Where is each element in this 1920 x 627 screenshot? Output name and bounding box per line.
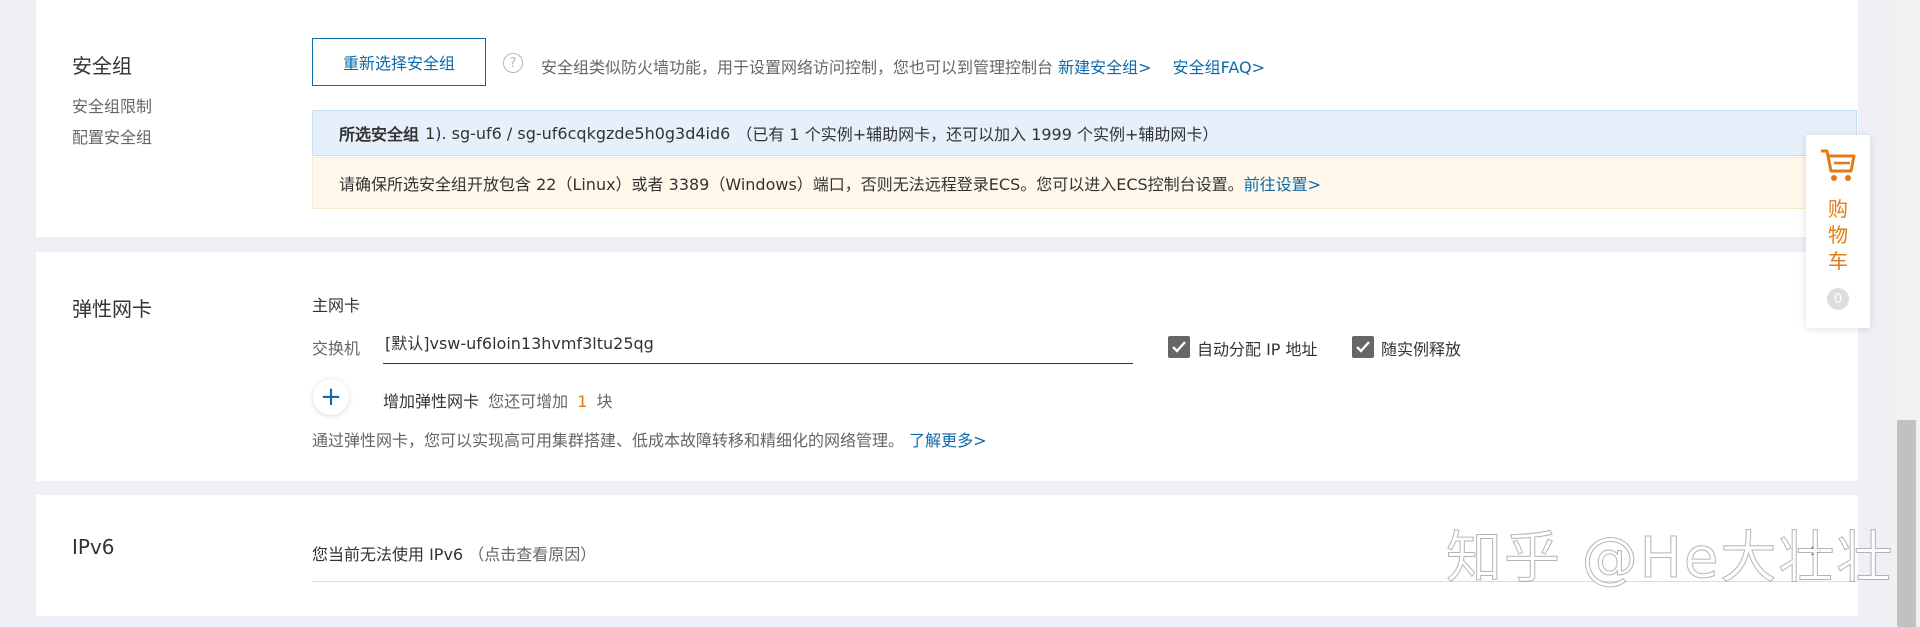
primary-nic-label: 主网卡 <box>312 296 361 315</box>
add-eni-row: 增加弹性网卡 您还可增加 1 块 <box>383 388 613 412</box>
security-group-description: 安全组类似防火墙功能，用于设置网络访问控制，您也可以到管理控制台 新建安全组> … <box>541 54 1265 78</box>
checkmark-icon <box>1356 341 1370 353</box>
add-eni-button[interactable]: + <box>313 379 349 415</box>
ipv6-status: 您当前无法使用 IPv6 （点击查看原因） <box>312 541 596 565</box>
ipv6-reason-link[interactable]: （点击查看原因） <box>468 545 596 564</box>
security-group-faq-link[interactable]: 安全组FAQ> <box>1173 58 1265 77</box>
sg-description-text: 安全组类似防火墙功能，用于设置网络访问控制，您也可以到管理控制台 <box>541 58 1054 77</box>
add-eni-count: 1 <box>577 392 588 411</box>
port-warning-text: 请确保所选安全组开放包含 22（Linux）或者 3389（Windows）端口… <box>339 175 1244 194</box>
cart-label-char: 车 <box>1828 249 1848 273</box>
release-with-instance-label: 随实例释放 <box>1381 340 1462 359</box>
selected-sg-note: （已有 1 个实例+辅助网卡，还可以加入 1999 个实例+辅助网卡） <box>736 125 1219 144</box>
shopping-cart-widget[interactable]: 购 物 车 0 <box>1806 135 1870 328</box>
auto-assign-ip-checkbox[interactable] <box>1168 336 1190 358</box>
port-warning-bar: 请确保所选安全组开放包含 22（Linux）或者 3389（Windows）端口… <box>312 157 1857 209</box>
scrollbar-thumb[interactable] <box>1897 420 1916 627</box>
cart-label-char: 物 <box>1828 223 1848 247</box>
security-group-section: 安全组 安全组限制 配置安全组 重新选择安全组 ? 安全组类似防火墙功能，用于设… <box>36 0 1858 237</box>
question-circle-icon[interactable]: ? <box>503 53 523 73</box>
add-eni-note-suffix: 块 <box>596 392 613 411</box>
reselect-security-group-button[interactable]: 重新选择安全组 <box>312 38 486 86</box>
add-eni-label[interactable]: 增加弹性网卡 <box>383 392 479 411</box>
cart-label-char: 购 <box>1828 197 1848 221</box>
go-settings-link[interactable]: 前往设置> <box>1244 171 1321 195</box>
cart-count-badge: 0 <box>1827 288 1849 310</box>
switch-select[interactable]: [默认]vsw-uf6loin13hvmf3ltu25qg <box>383 326 1133 364</box>
release-with-instance-checkbox[interactable] <box>1352 336 1374 358</box>
configure-security-group-link[interactable]: 配置安全组 <box>72 124 152 148</box>
eni-footer: 通过弹性网卡，您可以实现高可用集群搭建、低成本故障转移和精细化的网络管理。 了解… <box>312 427 987 451</box>
selected-sg-label: 所选安全组 <box>339 125 420 144</box>
security-group-title: 安全组 <box>72 54 132 78</box>
ipv6-title: IPv6 <box>72 535 115 559</box>
learn-more-link[interactable]: 了解更多> <box>909 431 986 450</box>
selected-security-group-bar: 所选安全组 1). sg-uf6 / sg-uf6cqkgzde5h0g3d4i… <box>312 110 1857 156</box>
switch-label: 交换机 <box>312 339 361 358</box>
security-group-limit-link[interactable]: 安全组限制 <box>72 93 152 117</box>
auto-assign-ip-label: 自动分配 IP 地址 <box>1197 340 1318 359</box>
selected-sg-value: 1). sg-uf6 / sg-uf6cqkgzde5h0g3d4id6 <box>425 123 731 143</box>
add-eni-note-prefix: 您还可增加 <box>488 392 569 411</box>
checkmark-icon <box>1172 341 1186 353</box>
shopping-cart-icon <box>1821 149 1856 181</box>
eni-section: 弹性网卡 主网卡 交换机 [默认]vsw-uf6loin13hvmf3ltu25… <box>36 252 1858 481</box>
ipv6-status-text: 您当前无法使用 IPv6 <box>312 545 464 564</box>
watermark: 知乎 @He大壮壮 <box>1445 526 1895 592</box>
eni-footer-text: 通过弹性网卡，您可以实现高可用集群搭建、低成本故障转移和精细化的网络管理。 <box>312 431 905 450</box>
plus-icon: + <box>320 382 342 412</box>
new-security-group-link[interactable]: 新建安全组> <box>1058 58 1151 77</box>
eni-title: 弹性网卡 <box>72 297 152 321</box>
